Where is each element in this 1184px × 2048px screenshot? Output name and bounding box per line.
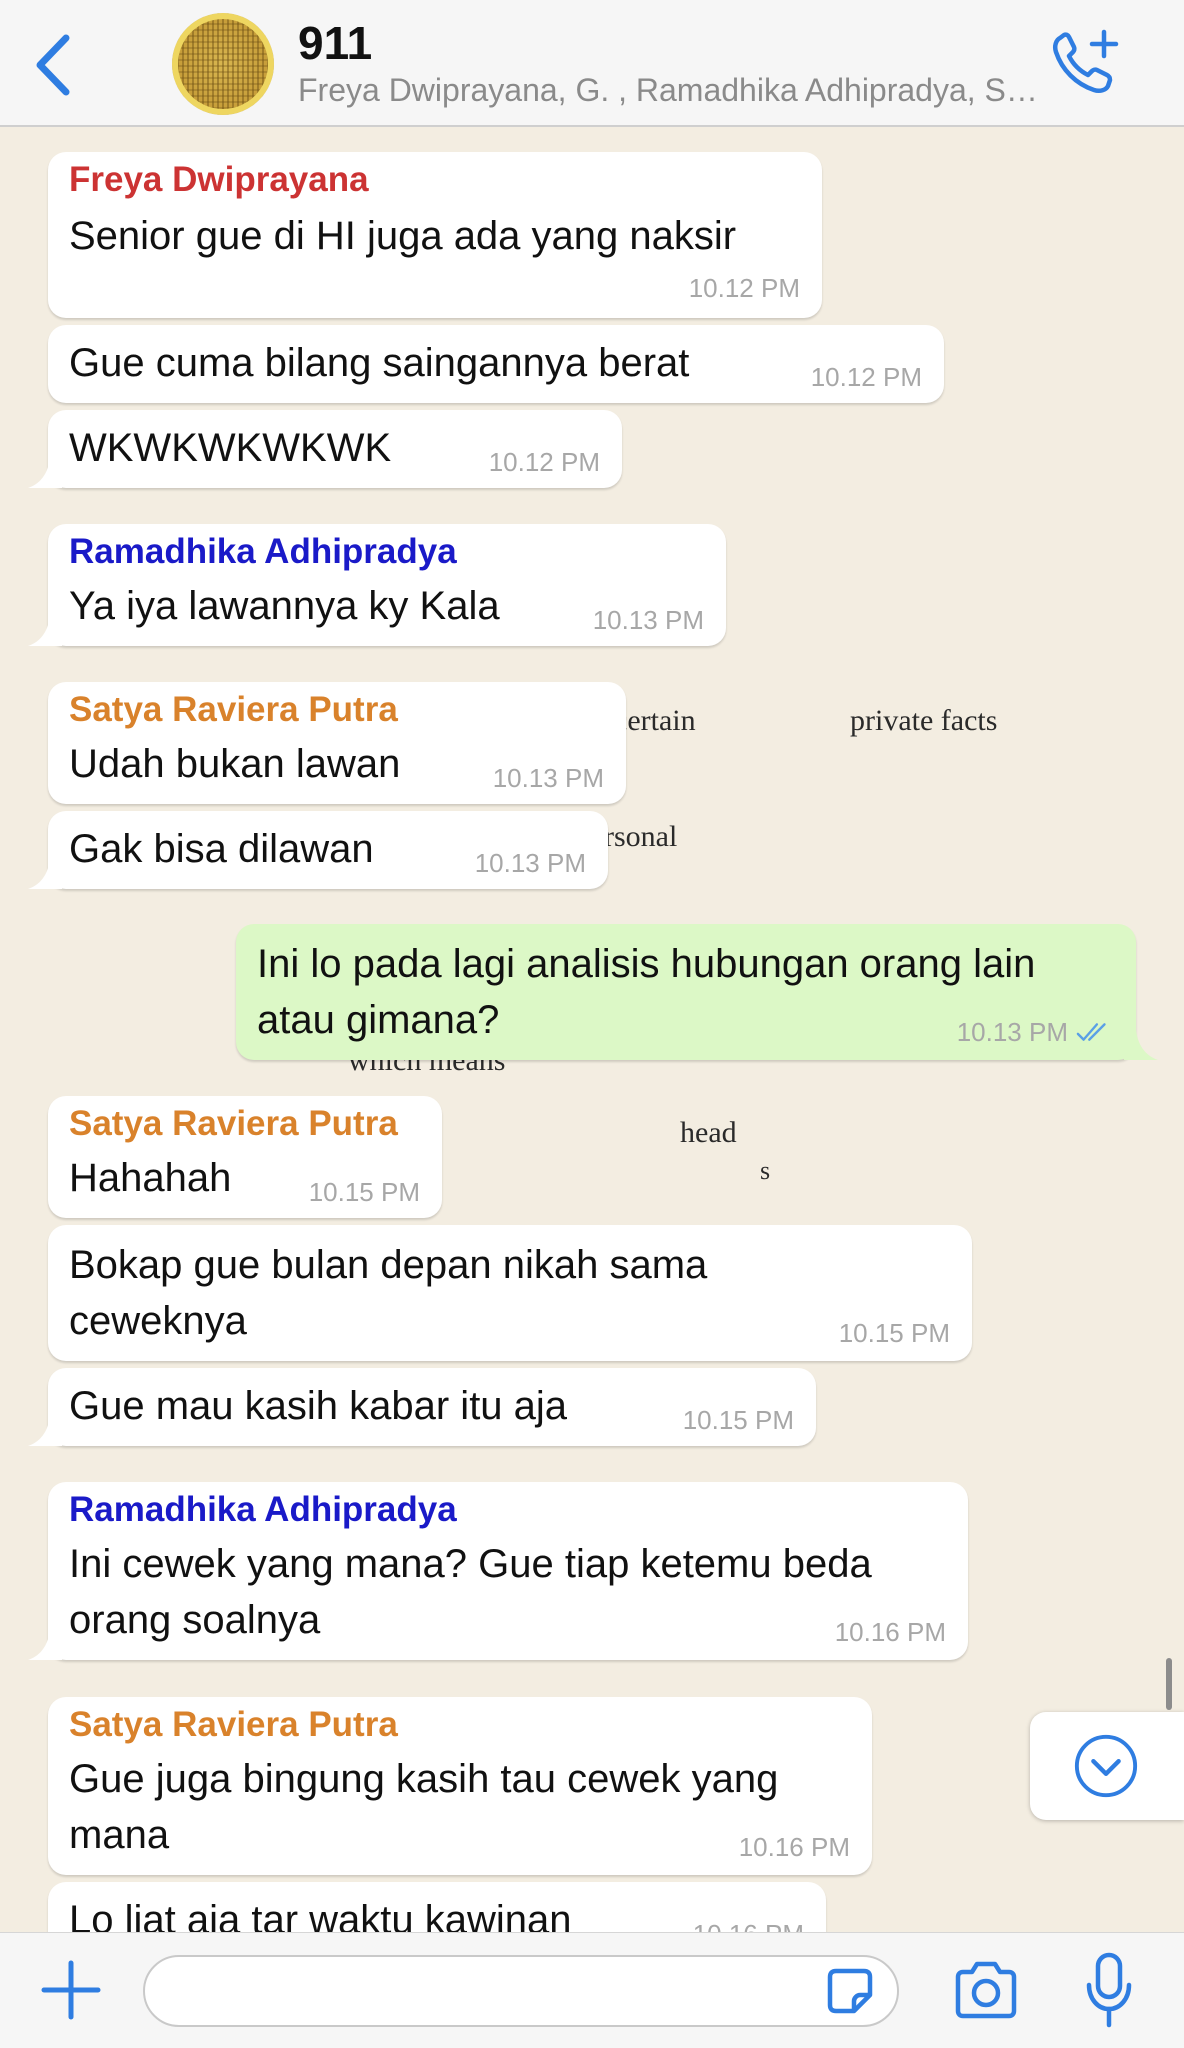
message-text: orang soalnya: [69, 1598, 321, 1642]
message-bubble[interactable]: Gue cuma bilang saingannya berat 10.12 P…: [48, 325, 944, 403]
bubble-tail: [28, 1630, 62, 1660]
message-time: 10.12 PM: [488, 447, 600, 477]
sticker-icon[interactable]: [822, 1963, 878, 2019]
message-text: Bokap gue bulan depan nikah sama: [69, 1243, 708, 1287]
message-time: 10.15 PM: [308, 1177, 420, 1207]
message-bubble[interactable]: Satya Raviera Putra Hahahah 10.15 PM: [48, 1096, 442, 1218]
message-text: Udah bukan lawan: [69, 742, 401, 786]
message-text: Gak bisa dilawan: [69, 827, 374, 871]
message-bubble[interactable]: Gue mau kasih kabar itu aja 10.15 PM: [28, 1368, 816, 1446]
message-time: 10.13 PM: [474, 848, 586, 878]
group-avatar[interactable]: [172, 13, 274, 115]
bubble-tail: [28, 859, 62, 889]
group-members-subtitle[interactable]: Freya Dwiprayana, G. , Ramadhika Adhipra…: [298, 72, 1038, 109]
message-text: WKWKWKWKWK: [69, 426, 392, 470]
background-text: head: [680, 1116, 737, 1149]
group-title[interactable]: 911: [298, 16, 372, 70]
message-time: 10.13 PM: [592, 605, 704, 635]
scrollbar[interactable]: [1166, 1658, 1172, 1710]
message-text: Gue mau kasih kabar itu aja: [69, 1384, 568, 1428]
chat-header: 911 Freya Dwiprayana, G. , Ramadhika Adh…: [0, 0, 1184, 127]
chevron-left-icon[interactable]: [30, 30, 80, 100]
message-text: ceweknya: [69, 1299, 247, 1343]
camera-icon[interactable]: [952, 1959, 1020, 2021]
message-bubble[interactable]: WKWKWKWKWK 10.12 PM: [28, 410, 622, 488]
message-time: 10.15 PM: [838, 1318, 950, 1348]
microphone-icon[interactable]: [1084, 1951, 1134, 2031]
chevron-down-circle-icon: [1074, 1734, 1138, 1798]
message-time: 10.16 PM: [738, 1832, 850, 1862]
message-sender: Satya Raviera Putra: [69, 1705, 398, 1744]
message-text: Senior gue di HI juga ada yang naksir: [69, 214, 737, 258]
message-sender: Satya Raviera Putra: [69, 690, 398, 729]
bubble-tail: [28, 616, 62, 646]
background-text: private facts: [850, 704, 998, 737]
message-bubble[interactable]: Ramadhika Adhipradya Ini cewek yang mana…: [28, 1482, 968, 1660]
message-text: Gue juga bingung kasih tau cewek yang: [69, 1757, 779, 1801]
message-input-bar: [0, 1932, 1184, 2048]
message-time: 10.12 PM: [688, 273, 800, 303]
message-text: mana: [69, 1813, 170, 1857]
message-bubble[interactable]: Satya Raviera Putra Gue juga bingung kas…: [48, 1697, 872, 1875]
scroll-to-bottom-button[interactable]: [1030, 1712, 1184, 1820]
message-sender: Ramadhika Adhipradya: [69, 532, 457, 571]
plus-icon[interactable]: [38, 1957, 104, 2023]
message-text: Hahahah: [69, 1156, 232, 1200]
message-time: 10.13 PM: [956, 1017, 1068, 1047]
outgoing-message-bubble[interactable]: Ini lo pada lagi analisis hubungan orang…: [236, 924, 1158, 1060]
bubble-tail: [28, 1416, 62, 1446]
message-bubble[interactable]: Gak bisa dilawan 10.13 PM: [28, 811, 608, 889]
message-text: Gue cuma bilang saingannya berat: [69, 341, 690, 385]
bubble-tail: [1124, 1030, 1158, 1060]
message-bubble[interactable]: Ramadhika Adhipradya Ya iya lawannya ky …: [28, 524, 726, 646]
message-input[interactable]: [143, 1955, 899, 2027]
message-text: Ya iya lawannya ky Kala: [69, 584, 500, 628]
background-text: rsonal: [604, 820, 678, 853]
message-sender: Satya Raviera Putra: [69, 1104, 398, 1143]
phone-plus-icon[interactable]: [1046, 28, 1122, 100]
read-checkmarks-icon: [1076, 1023, 1106, 1041]
message-text: atau gimana?: [257, 998, 500, 1042]
message-bubble[interactable]: Freya Dwiprayana Senior gue di HI juga a…: [48, 152, 822, 318]
message-bubble[interactable]: Bokap gue bulan depan nikah sama cewekny…: [48, 1225, 972, 1361]
message-time: 10.13 PM: [492, 763, 604, 793]
background-text: certain: [614, 704, 696, 737]
message-time: 10.12 PM: [810, 362, 922, 392]
message-bubble[interactable]: Satya Raviera Putra Udah bukan lawan 10.…: [48, 682, 626, 804]
message-text: Ini cewek yang mana? Gue tiap ketemu bed…: [69, 1542, 872, 1586]
message-sender: Freya Dwiprayana: [69, 160, 369, 199]
message-sender: Ramadhika Adhipradya: [69, 1490, 457, 1529]
message-time: 10.16 PM: [834, 1617, 946, 1647]
bubble-tail: [28, 458, 62, 488]
background-text: s: [760, 1156, 771, 1185]
message-time: 10.15 PM: [682, 1405, 794, 1435]
message-text: Ini lo pada lagi analisis hubungan orang…: [257, 942, 1036, 986]
